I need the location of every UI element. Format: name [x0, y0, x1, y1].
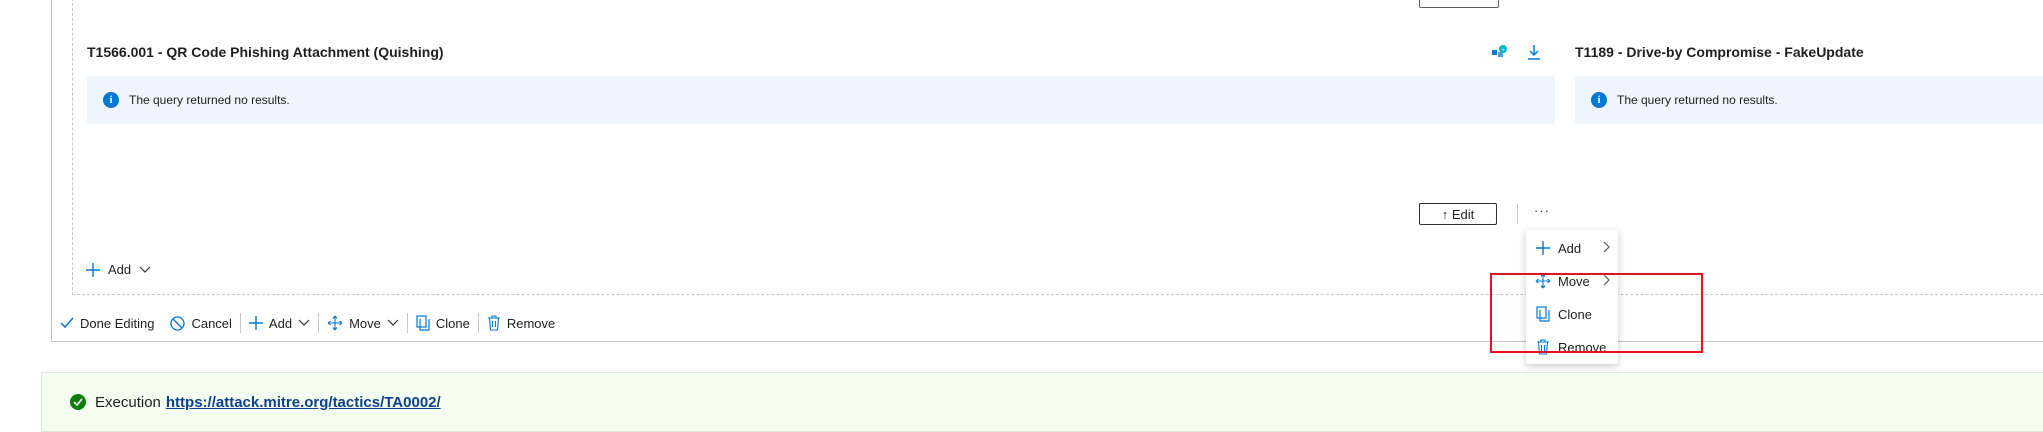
download-icon[interactable]	[1526, 43, 1542, 61]
previous-edit-button[interactable]	[1419, 0, 1499, 8]
menu-item-add[interactable]: Add	[1526, 232, 1618, 264]
edit-button[interactable]: ↑ Edit	[1419, 203, 1497, 225]
trash-icon	[487, 315, 500, 331]
plus-icon	[1534, 241, 1552, 255]
add-label: Add	[268, 315, 293, 331]
svg-text:+: +	[1501, 48, 1505, 54]
add-label: Add	[108, 262, 132, 277]
add-button[interactable]: Add	[241, 311, 318, 335]
cancel-icon	[170, 315, 186, 331]
menu-item-label: Add	[1558, 240, 1582, 256]
info-icon: i	[1591, 92, 1607, 108]
query-result-message: i The query returned no results.	[87, 76, 1555, 124]
tile-title: T1189 - Drive-by Compromise - FakeUpdate	[1575, 44, 1864, 60]
remove-button[interactable]: Remove	[479, 311, 563, 335]
message-text: The query returned no results.	[1617, 93, 1778, 107]
success-check-icon	[70, 394, 86, 410]
move-label: Move	[349, 315, 381, 331]
query-result-message: i The query returned no results.	[1575, 76, 2043, 124]
execution-link[interactable]: https://attack.mitre.org/tactics/TA0002/	[166, 394, 441, 411]
plus-icon	[248, 316, 263, 330]
tile-title: T1566.001 - QR Code Phishing Attachment …	[87, 44, 444, 60]
divider	[1517, 204, 1518, 224]
remove-label: Remove	[506, 315, 556, 331]
checkmark-icon	[60, 317, 74, 329]
move-button[interactable]: Move	[319, 311, 407, 335]
chevron-down-icon	[387, 319, 399, 326]
clone-button[interactable]: Clone	[408, 311, 478, 335]
message-text: The query returned no results.	[129, 93, 290, 107]
pin-icon[interactable]: +	[1490, 44, 1508, 62]
cancel-label: Cancel	[191, 315, 232, 331]
clone-label: Clone	[435, 315, 470, 331]
chevron-down-icon	[298, 319, 310, 326]
move-icon	[327, 315, 343, 331]
more-options-button[interactable]: ···	[1534, 203, 1550, 218]
clone-icon	[416, 315, 430, 331]
cancel-button[interactable]: Cancel	[162, 311, 239, 335]
info-icon: i	[103, 92, 119, 108]
execution-section: Execution https://attack.mitre.org/tacti…	[41, 372, 2043, 432]
plus-icon	[86, 262, 100, 277]
highlight-box	[1490, 273, 1703, 353]
done-editing-button[interactable]: Done Editing	[52, 311, 162, 335]
done-editing-label: Done Editing	[80, 315, 155, 331]
edit-toolbar: Done Editing Cancel Add Move Clone Remov…	[52, 305, 563, 341]
chevron-down-icon	[139, 266, 151, 273]
add-dropdown[interactable]: Add	[86, 262, 151, 277]
chevron-right-icon	[1603, 241, 1610, 253]
execution-label: Execution	[95, 393, 161, 411]
